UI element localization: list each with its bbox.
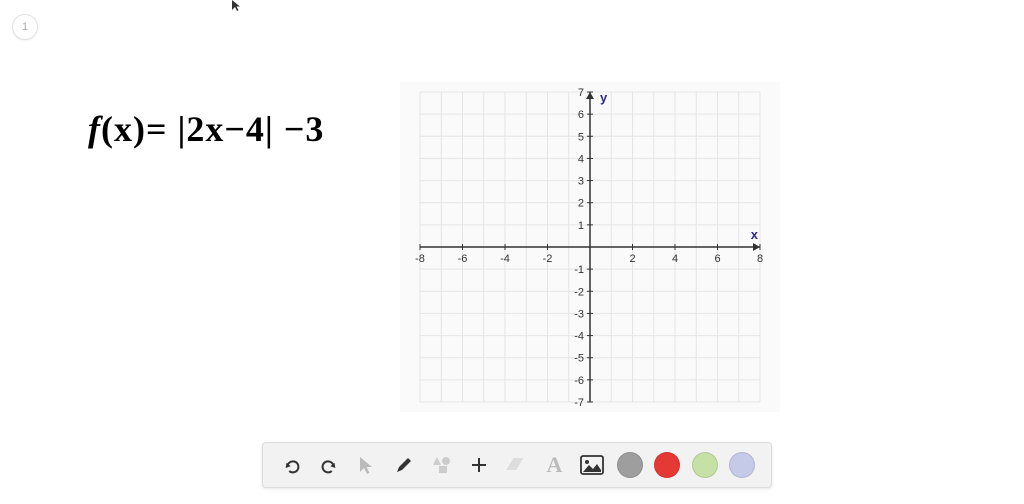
color-purple-button[interactable] xyxy=(726,449,758,481)
svg-text:x: x xyxy=(751,227,759,242)
svg-text:-2: -2 xyxy=(543,253,553,265)
image-icon xyxy=(580,455,604,475)
undo-icon xyxy=(281,454,303,476)
svg-text:4: 4 xyxy=(578,153,584,165)
grey-swatch-icon xyxy=(617,452,643,478)
shapes-icon xyxy=(431,455,453,475)
eraser-icon xyxy=(506,456,528,474)
svg-text:-1: -1 xyxy=(574,264,584,276)
svg-text:-8: -8 xyxy=(415,253,425,265)
coordinate-plane-chart: -8 -6 -4 -2 2 4 6 8 -7 -6 -5 -4 -3 -2 -1 1 2 3 4 5 6 7 y x xyxy=(400,82,780,412)
svg-text:y: y xyxy=(600,90,608,105)
redo-icon xyxy=(318,454,340,476)
eraser-button[interactable] xyxy=(501,449,533,481)
redo-button[interactable] xyxy=(313,449,345,481)
select-button[interactable] xyxy=(351,449,383,481)
svg-text:-6: -6 xyxy=(458,253,468,265)
svg-text:2: 2 xyxy=(629,253,635,265)
pen-icon xyxy=(394,455,414,475)
svg-text:-5: -5 xyxy=(574,353,584,365)
equation-function-name: f xyxy=(88,109,101,149)
undo-button[interactable] xyxy=(276,449,308,481)
color-red-button[interactable] xyxy=(651,449,683,481)
svg-text:6: 6 xyxy=(714,253,720,265)
green-swatch-icon xyxy=(692,452,718,478)
svg-text:6: 6 xyxy=(578,109,584,121)
plus-icon xyxy=(469,455,489,475)
svg-text:4: 4 xyxy=(672,253,678,265)
page-number-badge[interactable]: 1 xyxy=(12,14,38,40)
svg-text:2: 2 xyxy=(578,198,584,210)
cursor-icon xyxy=(232,0,242,15)
svg-text:7: 7 xyxy=(578,87,584,99)
image-button[interactable] xyxy=(576,449,608,481)
shapes-button[interactable] xyxy=(426,449,458,481)
svg-text:3: 3 xyxy=(578,176,584,188)
color-grey-button[interactable] xyxy=(614,449,646,481)
svg-text:-4: -4 xyxy=(574,331,584,343)
svg-text:-2: -2 xyxy=(574,286,584,298)
red-swatch-icon xyxy=(654,452,680,478)
page-number-value: 1 xyxy=(22,21,28,33)
svg-text:-3: -3 xyxy=(574,308,584,320)
svg-text:-7: -7 xyxy=(574,397,584,409)
drawing-toolbar: A xyxy=(262,442,772,488)
svg-text:-6: -6 xyxy=(574,375,584,387)
purple-swatch-icon xyxy=(729,452,755,478)
svg-text:1: 1 xyxy=(578,220,584,232)
svg-text:8: 8 xyxy=(757,253,763,265)
text-icon: A xyxy=(547,452,563,478)
color-green-button[interactable] xyxy=(689,449,721,481)
pen-button[interactable] xyxy=(388,449,420,481)
svg-text:-4: -4 xyxy=(500,253,510,265)
add-button[interactable] xyxy=(463,449,495,481)
pointer-icon xyxy=(358,455,376,475)
equation-text: ff(x) = |2x − 4| − 3(x)= |2x−4| −3 xyxy=(88,108,324,150)
svg-text:5: 5 xyxy=(578,131,584,143)
text-button[interactable]: A xyxy=(538,449,570,481)
